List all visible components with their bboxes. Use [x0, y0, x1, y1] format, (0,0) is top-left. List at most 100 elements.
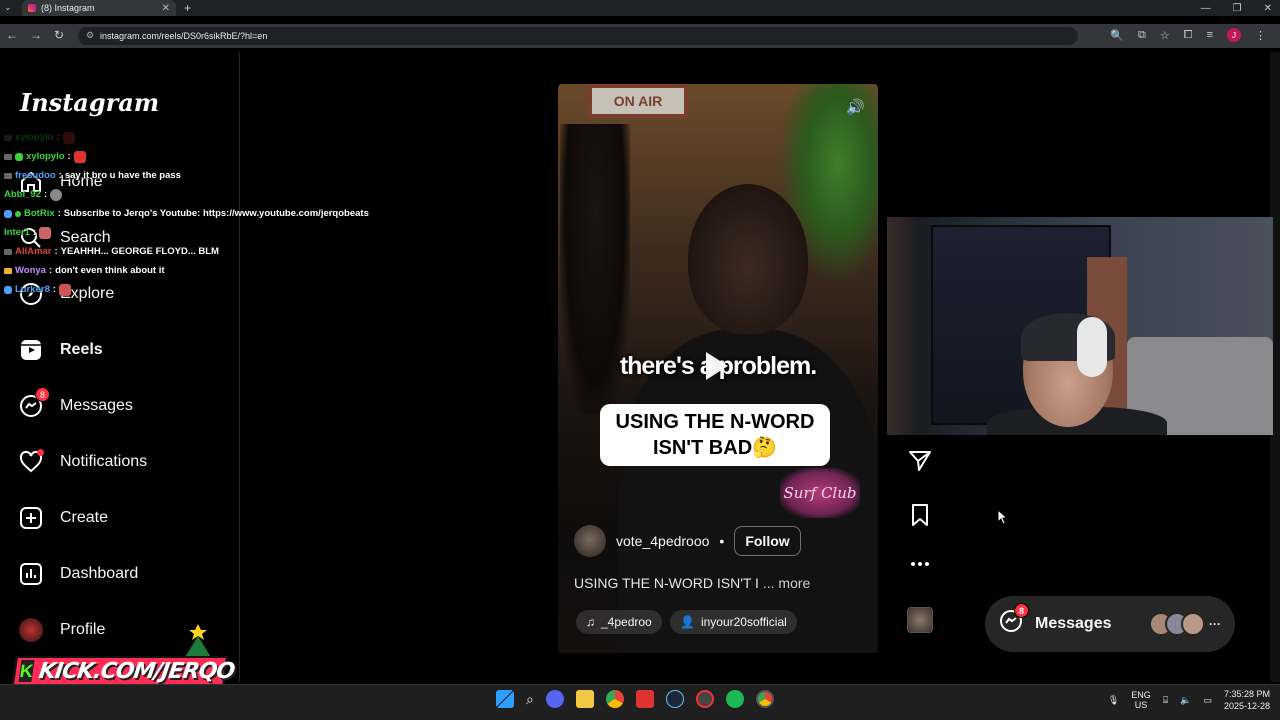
file-explorer-icon[interactable] — [575, 690, 594, 708]
author-row: vote_4pedrooo • Follow — [574, 525, 801, 557]
chrome-active-icon[interactable] — [755, 690, 774, 708]
battery-icon[interactable]: ▭ — [1203, 695, 1212, 706]
messages-floating-button[interactable]: 8 Messages ··· — [985, 596, 1235, 652]
new-tab-button[interactable]: + — [184, 0, 191, 16]
reel-description[interactable]: USING THE N-WORD ISN'T I ... more — [574, 575, 810, 591]
chat-line: xylopylo: — [4, 128, 424, 147]
video-caption-box: USING THE N-WORD ISN'T BAD🤔 — [600, 404, 830, 466]
forward-icon[interactable]: → — [30, 28, 42, 42]
system-tray: 🎙 ENG US ⌸ 🔈 ▭ 7:35:28 PM 2025-12-28 — [1108, 688, 1270, 712]
tab-title: (8) Instagram — [41, 3, 95, 13]
kick-url: KICK.COM/JERQO — [37, 658, 236, 684]
share-icon[interactable] — [908, 449, 932, 479]
surf-club-sign: Surf Club — [780, 468, 860, 518]
mouse-cursor-icon — [997, 508, 1009, 530]
extensions-icon[interactable]: ⧠ — [1184, 29, 1193, 42]
back-icon[interactable]: ← — [6, 28, 18, 42]
chat-line: fresudoo: say it bro u have the pass — [4, 166, 424, 185]
sidebar-item-dashboard[interactable]: Dashboard — [18, 556, 138, 592]
profile-avatar[interactable]: J — [1227, 28, 1241, 42]
menu-icon[interactable]: ⋮ — [1255, 29, 1266, 42]
reel-video[interactable]: ON AIR 🔊 there's a problem. USING THE N-… — [558, 84, 878, 653]
instagram-favicon-icon — [28, 4, 36, 12]
description-text: USING THE N-WORD ISN'T I — [574, 575, 759, 591]
save-icon[interactable] — [908, 503, 932, 533]
kick-logo-icon: K — [18, 660, 35, 682]
sidebar-item-create[interactable]: Create — [18, 500, 108, 536]
zoom-icon[interactable]: 🔍 — [1110, 29, 1124, 42]
chat-line: BotRix: Subscribe to Jerqo's Youtube: htt… — [4, 204, 424, 223]
reload-icon[interactable]: ↻ — [54, 28, 64, 42]
messenger-icon: 8 — [999, 603, 1029, 639]
chrome-icon[interactable] — [605, 690, 624, 708]
language-code: ENG — [1131, 690, 1151, 700]
tagged-user-pill[interactable]: 👤 inyour20sofficial — [670, 610, 797, 634]
bookmark-star-icon[interactable]: ☆ — [1160, 29, 1170, 42]
taskbar-apps: ⌕ — [496, 690, 774, 708]
url-text: instagram.com/reels/DS0r6sikRbE/?hl=en — [100, 31, 268, 41]
audio-thumbnail[interactable] — [907, 607, 933, 633]
messenger-icon: 8 — [18, 387, 50, 419]
sidebar-item-messages[interactable]: 8 Messages — [18, 387, 133, 424]
webcam-overlay — [887, 217, 1273, 435]
chat-line: AliAmar: YEAHHH... GEORGE FLOYD... BLM — [4, 242, 424, 261]
avatar — [18, 617, 44, 643]
search-icon[interactable]: ⌕ — [526, 691, 534, 708]
separator-dot: • — [719, 533, 725, 549]
volume-icon[interactable]: 🔊 — [846, 98, 865, 116]
discord-icon[interactable] — [545, 690, 564, 708]
app-icon[interactable] — [635, 690, 654, 708]
clock-time: 7:35:28 PM — [1223, 689, 1270, 699]
volume-icon[interactable]: 🔈 — [1180, 695, 1191, 706]
region-code: US — [1134, 700, 1148, 710]
notification-dot — [37, 449, 44, 456]
audio-pill[interactable]: ♫ _4pedroo — [576, 610, 662, 634]
sidebar-item-label: Create — [60, 509, 109, 526]
spotify-icon[interactable] — [725, 690, 744, 708]
follow-button[interactable]: Follow — [734, 526, 801, 556]
more-options-icon[interactable] — [908, 552, 932, 582]
restore-icon[interactable]: ❐ — [1233, 3, 1242, 14]
sidebar-item-reels[interactable]: Reels — [18, 332, 103, 368]
media-controls-icon[interactable]: ≡ — [1207, 29, 1213, 41]
language-indicator[interactable]: ENG US — [1131, 690, 1151, 710]
microphone-icon[interactable]: 🎙 — [1108, 695, 1119, 706]
steam-icon[interactable] — [665, 690, 684, 708]
heart-icon — [18, 449, 44, 475]
address-bar[interactable]: ⚙ instagram.com/reels/DS0r6sikRbE/?hl=en — [78, 27, 1078, 45]
close-window-icon[interactable]: ✕ — [1264, 3, 1272, 14]
instagram-logo[interactable]: Instagram — [20, 88, 159, 117]
messages-badge: 8 — [1014, 603, 1029, 618]
windows-start-icon[interactable] — [496, 690, 514, 708]
sidebar-item-label: Notifications — [60, 453, 148, 470]
headset — [1077, 317, 1107, 377]
chat-line: Inter1: — [4, 223, 424, 242]
minimize-icon[interactable]: — — [1201, 3, 1211, 14]
site-info-icon[interactable]: ⚙ — [86, 30, 94, 41]
sidebar-item-label: Dashboard — [60, 565, 139, 582]
chat-line: Wonya: don't even think about it — [4, 261, 424, 280]
toolbar-icons: 🔍 ⧉ ☆ ⧠ ≡ J ⋮ — [1110, 28, 1266, 42]
sidebar-item-notifications[interactable]: Notifications — [18, 444, 147, 480]
tab-list-icon[interactable]: ⌄ — [4, 2, 12, 13]
audio-name: _4pedroo — [601, 615, 652, 629]
network-icon[interactable]: ⌸ — [1163, 695, 1168, 706]
chart-icon — [18, 561, 44, 587]
more-contacts-icon: ··· — [1209, 617, 1221, 631]
app-icon[interactable] — [695, 690, 714, 708]
window-controls: — ❐ ✕ — [1201, 0, 1272, 16]
sidebar-item-label: Reels — [60, 341, 103, 358]
sidebar-item-label: Profile — [60, 621, 106, 638]
sidebar-item-label: Messages — [60, 397, 133, 414]
play-icon[interactable] — [706, 352, 728, 380]
clock[interactable]: 7:35:28 PM 2025-12-28 — [1224, 688, 1270, 712]
author-avatar[interactable] — [574, 525, 606, 557]
reels-icon — [18, 337, 44, 363]
close-tab-icon[interactable]: ✕ — [162, 3, 170, 14]
more-link[interactable]: ... more — [763, 575, 810, 591]
chat-line: xylopylo: — [4, 147, 424, 166]
sidebar-item-profile[interactable]: Profile — [18, 612, 105, 648]
cast-icon[interactable]: ⧉ — [1138, 29, 1146, 42]
browser-tab[interactable]: (8) Instagram ✕ — [22, 0, 176, 16]
author-name[interactable]: vote_4pedrooo — [616, 533, 709, 549]
